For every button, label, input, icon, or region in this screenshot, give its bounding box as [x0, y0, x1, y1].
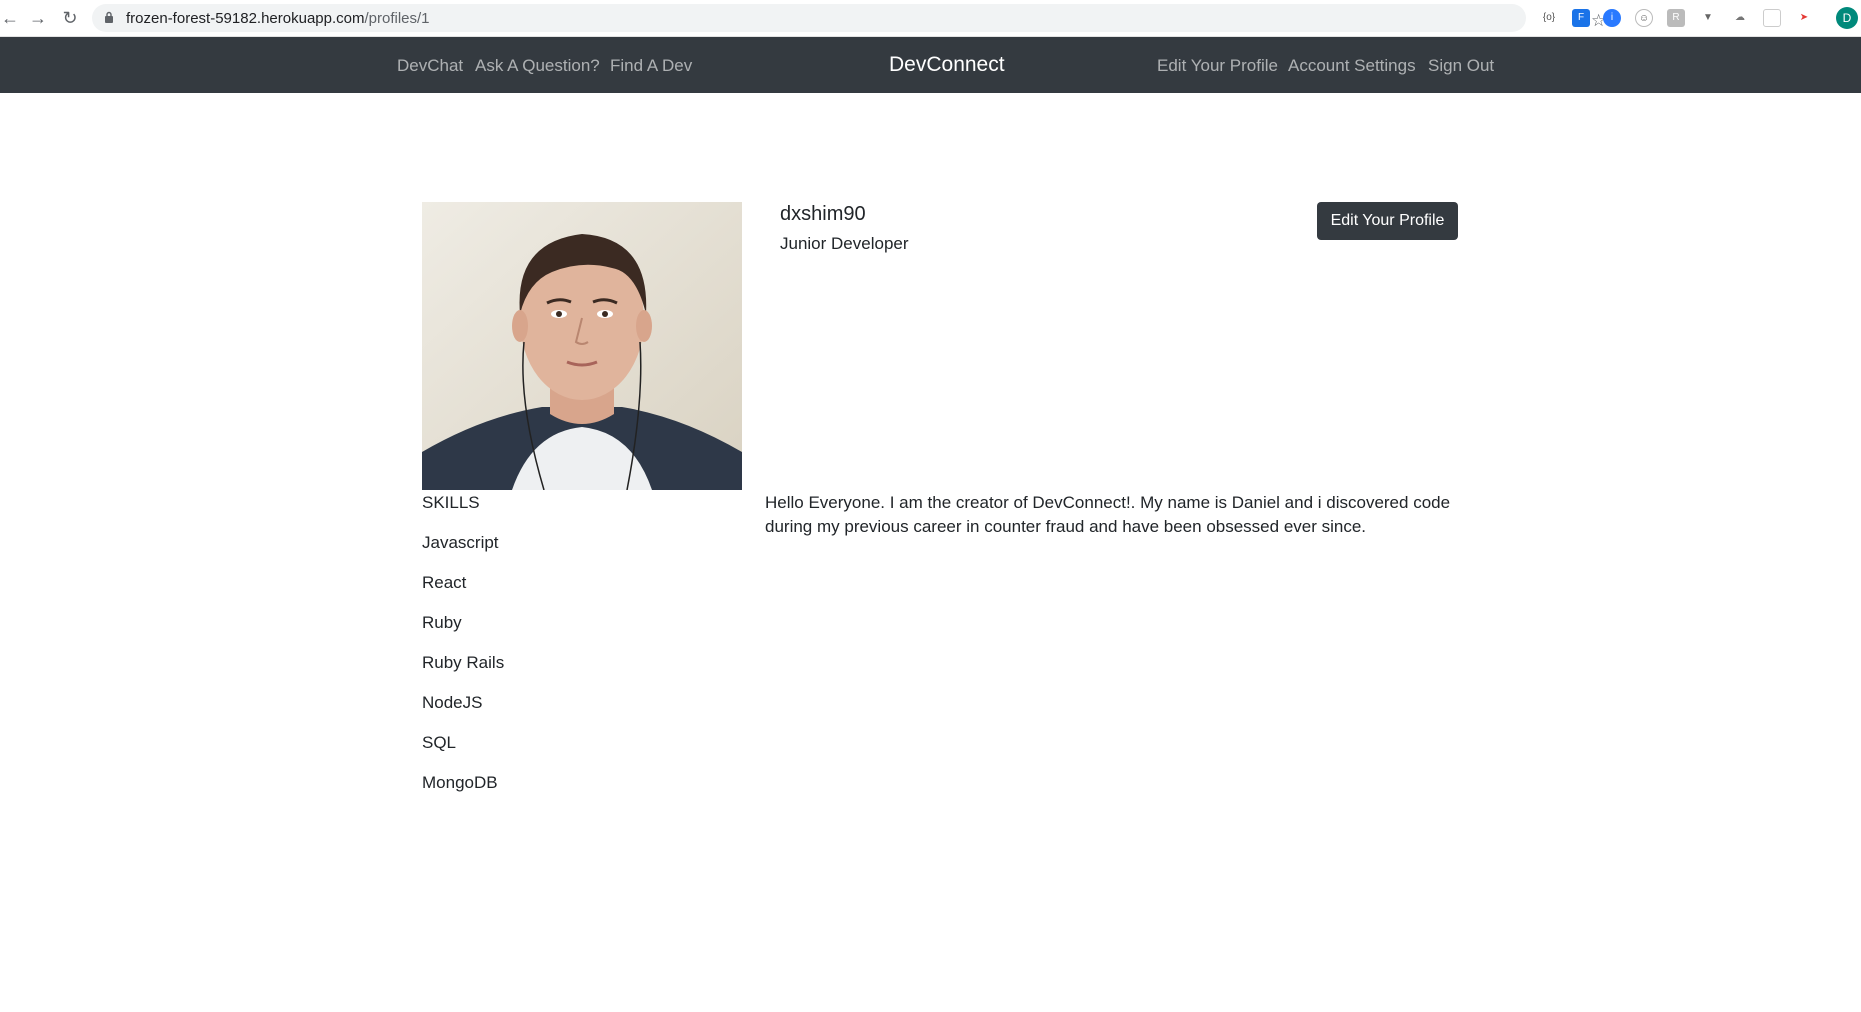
profile-username: dxshim90	[780, 203, 866, 225]
nav-link-edit-profile[interactable]: Edit Your Profile	[1157, 56, 1278, 76]
nav-link-account-settings[interactable]: Account Settings	[1288, 56, 1416, 76]
skills-heading: SKILLS	[422, 493, 480, 512]
extension-f-icon[interactable]: F	[1572, 9, 1590, 27]
nav-link-ask-question[interactable]: Ask A Question?	[475, 56, 600, 76]
extension-v-icon[interactable]: ▼	[1699, 9, 1717, 27]
profile-photo	[422, 202, 742, 490]
skill-item: MongoDB	[422, 773, 498, 792]
browser-toolbar: ← → ↻ frozen-forest-59182.herokuapp.com/…	[0, 0, 1861, 37]
url-text: frozen-forest-59182.herokuapp.com/profil…	[126, 10, 430, 27]
nav-link-devchat[interactable]: DevChat	[397, 56, 463, 76]
extension-blank-icon[interactable]	[1763, 9, 1781, 27]
extension-compass-icon[interactable]: i	[1603, 9, 1621, 27]
brand-logo[interactable]: DevConnect	[889, 53, 1005, 77]
skill-item: React	[422, 573, 467, 592]
extension-face-icon[interactable]: ☺	[1635, 9, 1653, 27]
skill-item: NodeJS	[422, 693, 483, 712]
main-navbar: DevChat Ask A Question? Find A Dev DevCo…	[0, 37, 1861, 93]
profile-photo-image	[422, 202, 742, 490]
edit-profile-button[interactable]: Edit Your Profile	[1317, 202, 1458, 240]
nav-link-find-dev[interactable]: Find A Dev	[610, 56, 692, 76]
skill-item: Javascript	[422, 533, 499, 552]
back-arrow-icon[interactable]: ←	[0, 8, 20, 28]
nav-link-sign-out[interactable]: Sign Out	[1428, 56, 1494, 76]
extension-cloud-icon[interactable]: ☁	[1731, 9, 1749, 27]
browser-profile-avatar[interactable]: D	[1836, 7, 1858, 29]
address-bar[interactable]: frozen-forest-59182.herokuapp.com/profil…	[92, 4, 1606, 32]
extension-r-icon[interactable]: R	[1667, 9, 1685, 27]
profile-status: Junior Developer	[780, 234, 909, 253]
json-extension-icon[interactable]: {o}	[1540, 9, 1558, 27]
extension-red-icon[interactable]: ➤	[1795, 9, 1813, 27]
forward-arrow-icon[interactable]: →	[28, 8, 48, 28]
skill-item: Ruby Rails	[422, 653, 505, 672]
skill-item: SQL	[422, 733, 457, 752]
skills-list: Javascript React Ruby Ruby Rails NodeJS …	[422, 533, 504, 813]
skill-item: Ruby	[422, 613, 462, 632]
lock-icon	[105, 11, 113, 23]
profile-bio: Hello Everyone. I am the creator of DevC…	[765, 493, 1451, 536]
reload-icon[interactable]: ↻	[60, 8, 80, 28]
